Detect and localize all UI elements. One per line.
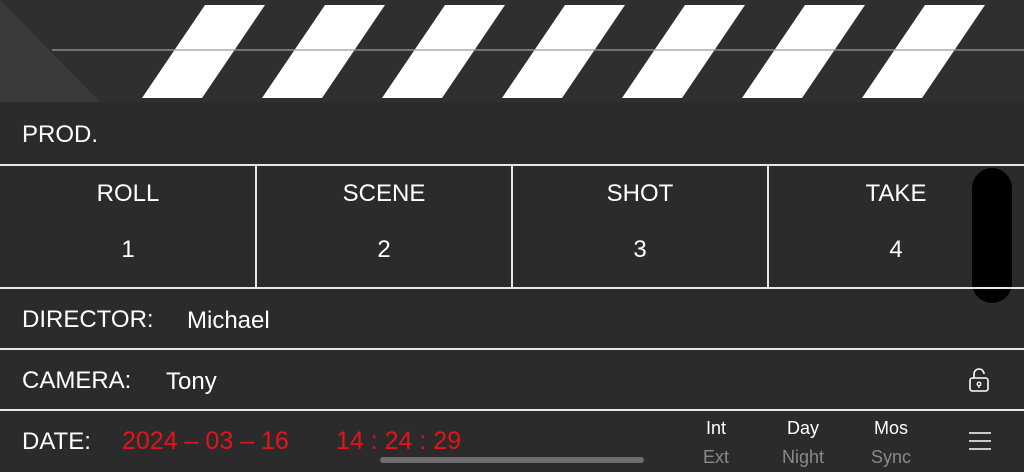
director-field[interactable]: Michael: [187, 307, 270, 335]
toggle-int-label[interactable]: Int: [681, 416, 751, 440]
roll-value[interactable]: 1: [0, 236, 256, 264]
clapper-stripe: [382, 5, 505, 98]
home-indicator[interactable]: [380, 457, 644, 463]
clapperboard: PROD. ROLL 1 SCENE 2 SHOT 3 TAKE 4 DIREC…: [0, 0, 1024, 472]
clapper-stripe-group: [142, 5, 985, 98]
prod-label: PROD.: [22, 121, 99, 148]
toggle-night-label[interactable]: Night: [768, 443, 838, 471]
date-value[interactable]: 2024 – 03 – 16: [122, 427, 289, 456]
clapper-stripe: [502, 5, 625, 98]
day-night-toggle[interactable]: Day Night: [768, 416, 838, 471]
shot-label: SHOT: [606, 180, 674, 207]
toggle-sync-label[interactable]: Sync: [856, 443, 926, 471]
time-value[interactable]: 14 : 24 : 29: [336, 427, 461, 456]
clapper-hinge-shadow: [0, 0, 100, 102]
shot-value[interactable]: 3: [512, 236, 768, 264]
clapper-stripe: [262, 5, 385, 98]
clapper-stick[interactable]: [0, 0, 1024, 102]
toggle-day-label[interactable]: Day: [768, 416, 838, 440]
divider: [0, 348, 1024, 350]
scrollbar-thumb[interactable]: [972, 168, 1012, 303]
clapper-stripe: [622, 5, 745, 98]
roll-cell[interactable]: ROLL 1: [0, 166, 256, 287]
toggle-mos-label[interactable]: Mos: [856, 416, 926, 440]
int-ext-toggle[interactable]: Int Ext: [681, 416, 751, 471]
shot-cell[interactable]: SHOT 3: [512, 166, 768, 287]
scene-cell[interactable]: SCENE 2: [256, 166, 512, 287]
clapper-stripe: [742, 5, 865, 98]
divider: [0, 287, 1024, 289]
clapper-stripe: [142, 5, 265, 98]
director-label: DIRECTOR:: [22, 306, 154, 333]
camera-label: CAMERA:: [22, 367, 132, 394]
roll-label: ROLL: [96, 180, 160, 207]
scene-label: SCENE: [342, 180, 426, 207]
divider: [0, 409, 1024, 411]
clapper-stripe: [862, 5, 985, 98]
clapper-stripes: [0, 0, 1024, 102]
scene-value[interactable]: 2: [256, 236, 512, 264]
lock-icon[interactable]: [968, 367, 990, 393]
camera-field[interactable]: Tony: [166, 368, 217, 396]
toggle-ext-label[interactable]: Ext: [681, 443, 751, 471]
date-label: DATE:: [22, 428, 91, 455]
mos-sync-toggle[interactable]: Mos Sync: [856, 416, 926, 471]
hamburger-menu-icon[interactable]: [968, 431, 992, 451]
